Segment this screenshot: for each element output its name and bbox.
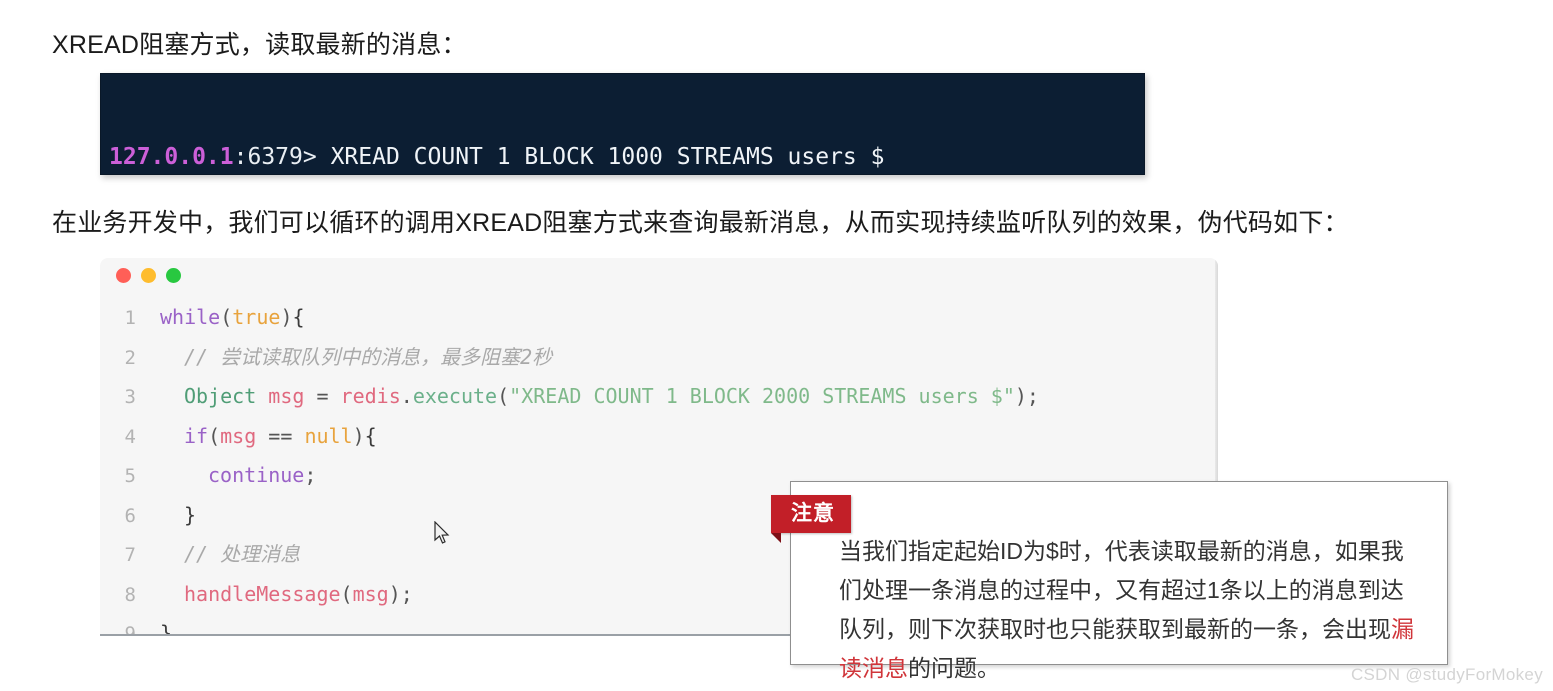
code-line-number: 4 [124, 425, 136, 448]
code-token: } [160, 621, 173, 636]
code-token: msg [268, 384, 305, 408]
code-token: "XREAD COUNT 1 BLOCK 2000 STREAMS users … [509, 384, 1015, 408]
code-token: if [184, 423, 209, 448]
code-token: ) [352, 423, 365, 448]
code-line-content: while(true){ [152, 298, 305, 337]
window-controls [116, 268, 181, 283]
code-token: { [292, 305, 305, 329]
note-body-text: 当我们指定起始ID为$时，代表读取最新的消息，如果我们处理一条消息的过程中，又有… [839, 532, 1423, 688]
close-window-icon[interactable] [116, 268, 131, 283]
note-text-after: 的问题。 [908, 655, 1000, 681]
terminal-command-line: 127.0.0.1:6379> XREAD COUNT 1 BLOCK 1000… [109, 142, 1144, 173]
code-line-content: } [152, 614, 173, 636]
note-text-before: 当我们指定起始ID为$时，代表读取最新的消息，如果我们处理一条消息的过程中，又有… [839, 538, 1404, 642]
code-token: null [304, 423, 353, 448]
terminal-prompt-port: :6379> [233, 144, 317, 170]
code-line-content: Object msg = redis.execute("XREAD COUNT … [152, 377, 1039, 416]
code-line-number: 8 [124, 583, 136, 606]
code-line-number: 7 [124, 544, 136, 566]
code-token: ( [220, 305, 233, 329]
code-line: 1 while(true){ [100, 298, 1218, 338]
code-line-number: 9 [124, 623, 136, 636]
code-token: while [160, 305, 221, 329]
code-token: ( [208, 423, 221, 448]
code-token: true [232, 305, 281, 329]
note-badge-fold-icon [771, 533, 781, 543]
code-token: handleMessage [184, 581, 341, 606]
code-line: 2 // 尝试读取队列中的消息，最多阻塞2秒 [100, 338, 1218, 378]
code-line-content: if(msg == null){ [152, 417, 377, 456]
code-line-content: continue; [152, 456, 316, 495]
code-token: continue [208, 463, 305, 487]
code-token: ) [280, 305, 293, 329]
code-token: ); [1014, 384, 1039, 408]
code-token: == [256, 423, 305, 448]
code-token: { [364, 423, 377, 448]
code-token: } [184, 502, 197, 527]
redis-terminal-block: 127.0.0.1:6379> XREAD COUNT 1 BLOCK 1000… [100, 73, 1145, 175]
terminal-command: XREAD COUNT 1 BLOCK 1000 STREAMS users $ [316, 144, 885, 170]
code-line-content: } [152, 496, 196, 535]
code-line: 4 if(msg == null){ [100, 417, 1218, 457]
minimize-window-icon[interactable] [141, 268, 156, 283]
pseudocode-intro-paragraph: 在业务开发中，我们可以循环的调用XREAD阻塞方式来查询最新消息，从而实现持续监… [52, 209, 1349, 237]
code-line-content: handleMessage(msg); [152, 575, 413, 614]
code-line-number: 5 [124, 465, 136, 487]
terminal-prompt-host: 127.0.0.1 [109, 144, 234, 170]
code-line-number: 2 [124, 346, 136, 369]
code-token: redis [340, 384, 401, 408]
code-line-number: 3 [124, 386, 136, 408]
code-token: . [400, 384, 413, 408]
code-line-number: 1 [124, 307, 136, 329]
code-token: = [304, 384, 341, 408]
code-token: ); [388, 581, 413, 606]
code-token: execute [412, 384, 498, 408]
note-callout-box: 注意 当我们指定起始ID为$时，代表读取最新的消息，如果我们处理一条消息的过程中… [771, 481, 1448, 681]
code-token: msg [220, 423, 257, 448]
code-line: 3 Object msg = redis.execute("XREAD COUNT… [100, 377, 1218, 417]
code-token: msg [352, 581, 389, 606]
code-token: // 尝试读取队列中的消息，最多阻塞2秒 [184, 344, 553, 369]
maximize-window-icon[interactable] [166, 268, 181, 283]
code-line-number: 6 [124, 504, 136, 527]
code-token: ( [340, 581, 353, 606]
intro-paragraph: XREAD阻塞方式，读取最新的消息： [52, 31, 467, 59]
csdn-watermark: CSDN @studyForMokey [1350, 665, 1543, 684]
code-line-content: // 尝试读取队列中的消息，最多阻塞2秒 [152, 338, 552, 377]
code-token: ; [304, 463, 317, 487]
note-badge: 注意 [771, 495, 851, 533]
code-line-content: // 处理消息 [152, 535, 300, 574]
code-token: Object [184, 384, 257, 408]
code-token: ( [497, 384, 510, 408]
code-token: // 处理消息 [184, 542, 301, 566]
